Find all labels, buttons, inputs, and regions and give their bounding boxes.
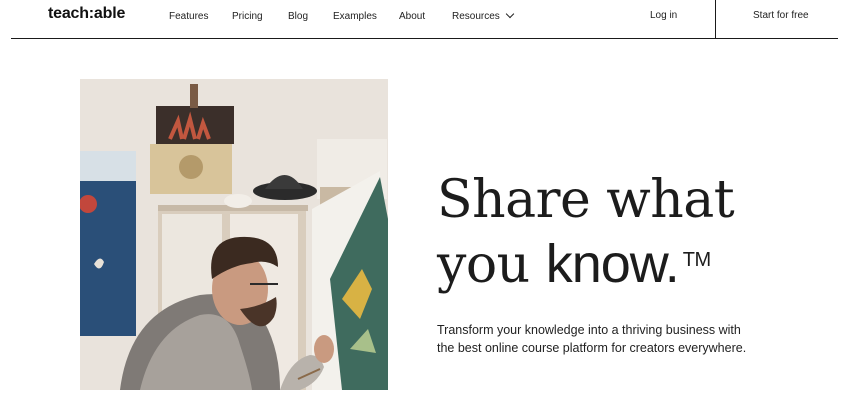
nav-blog[interactable]: Blog [288, 11, 308, 22]
hero-subtext: Transform your knowledge into a thriving… [437, 323, 747, 355]
start-for-free-button[interactable]: Start for free [753, 10, 809, 21]
login-link[interactable]: Log in [650, 10, 677, 21]
headline-line-1: Share what [437, 170, 735, 230]
nav-about[interactable]: About [399, 11, 425, 22]
artist-painting-photo [80, 79, 388, 390]
headline-know: know. [545, 234, 680, 294]
hero-headline: Share what you know. TM [437, 168, 817, 297]
logo[interactable]: teach:able [48, 5, 125, 23]
trademark-symbol: TM [682, 249, 711, 271]
top-nav: teach:able Features Pricing Blog Example… [11, 0, 838, 39]
nav-divider [715, 0, 716, 39]
hero-image [80, 79, 388, 390]
headline-line-2: you know. TM [437, 232, 817, 297]
nav-resources-label: Resources [452, 11, 500, 22]
nav-features[interactable]: Features [169, 11, 208, 22]
nav-pricing[interactable]: Pricing [232, 11, 263, 22]
chevron-down-icon [505, 9, 515, 19]
headline-you: you [437, 235, 546, 295]
nav-resources[interactable]: Resources [452, 9, 515, 22]
nav-examples[interactable]: Examples [333, 11, 377, 22]
